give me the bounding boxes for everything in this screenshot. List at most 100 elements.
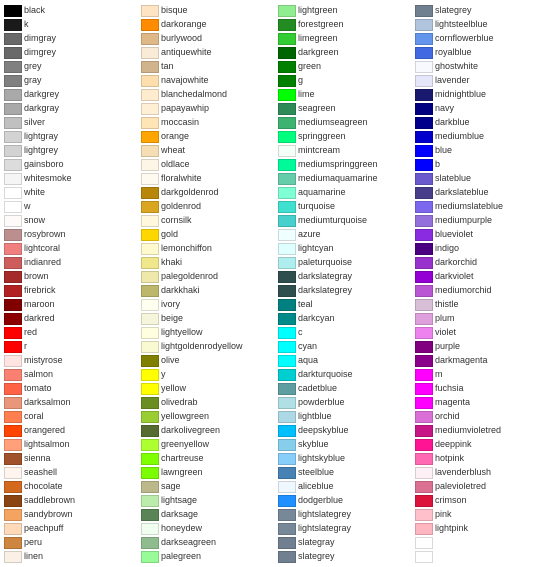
color-swatch xyxy=(278,117,296,129)
color-name-label: purple xyxy=(435,342,460,351)
color-row: lightskyblue xyxy=(278,452,413,465)
color-swatch xyxy=(278,61,296,73)
color-row: dodgerblue xyxy=(278,494,413,507)
color-swatch xyxy=(278,397,296,409)
color-name-label: navajowhite xyxy=(161,76,209,85)
color-name-label: lightsalmon xyxy=(24,440,70,449)
color-name-label: pink xyxy=(435,510,452,519)
color-swatch xyxy=(278,313,296,325)
color-name-label: peru xyxy=(24,538,42,547)
color-name-label: slateblue xyxy=(435,174,471,183)
color-name-label: mistyrose xyxy=(24,356,63,365)
color-swatch xyxy=(415,33,433,45)
color-swatch xyxy=(4,383,22,395)
color-column-4: slategreylightsteelbluecornflowerblueroy… xyxy=(415,4,550,563)
color-row: mediumblue xyxy=(415,130,550,143)
color-name-label: lightslategrey xyxy=(298,510,351,519)
color-swatch xyxy=(278,537,296,549)
color-name-label: yellowgreen xyxy=(161,412,209,421)
color-row: darkgreen xyxy=(278,46,413,59)
color-row: lightgray xyxy=(4,130,139,143)
color-row: darkorchid xyxy=(415,256,550,269)
color-name-label: linen xyxy=(24,552,43,561)
color-name-label: c xyxy=(298,328,303,337)
color-name-label: darkorange xyxy=(161,20,207,29)
color-swatch xyxy=(278,33,296,45)
color-name-label: snow xyxy=(24,216,45,225)
color-name-label: forestgreen xyxy=(298,20,344,29)
color-swatch xyxy=(415,341,433,353)
color-row: whitesmoke xyxy=(4,172,139,185)
color-swatch xyxy=(141,19,159,31)
color-name-label: darkorchid xyxy=(435,258,477,267)
color-column-3: lightgreenforestgreenlimegreendarkgreeng… xyxy=(278,4,413,563)
color-swatch xyxy=(141,201,159,213)
color-row: lightgrey xyxy=(4,144,139,157)
color-name-label: lightskyblue xyxy=(298,454,345,463)
color-name-label: gray xyxy=(24,76,42,85)
color-row: mediumturquoise xyxy=(278,214,413,227)
color-name-label: brown xyxy=(24,272,49,281)
color-row: blueviolet xyxy=(415,228,550,241)
color-swatch xyxy=(415,187,433,199)
color-row: firebrick xyxy=(4,284,139,297)
color-name-label: lime xyxy=(298,90,315,99)
color-row: teal xyxy=(278,298,413,311)
color-row: palevioletred xyxy=(415,480,550,493)
color-swatch xyxy=(4,117,22,129)
color-row: mediumspringgreen xyxy=(278,158,413,171)
color-swatch xyxy=(4,201,22,213)
color-name-label: crimson xyxy=(435,496,467,505)
color-swatch xyxy=(4,397,22,409)
color-name-label: darkred xyxy=(24,314,55,323)
color-swatch xyxy=(4,47,22,59)
color-name-label: darkgoldenrod xyxy=(161,188,219,197)
color-name-label: blueviolet xyxy=(435,230,473,239)
color-swatch xyxy=(415,117,433,129)
color-name-label: limegreen xyxy=(298,34,338,43)
color-name-label: olivedrab xyxy=(161,398,198,407)
color-row: midnightblue xyxy=(415,88,550,101)
color-name-label: cornsilk xyxy=(161,216,192,225)
color-swatch xyxy=(141,243,159,255)
color-row: turquoise xyxy=(278,200,413,213)
color-row: lightslategrey xyxy=(278,508,413,521)
color-swatch xyxy=(4,173,22,185)
color-row: saddlebrown xyxy=(4,494,139,507)
color-swatch xyxy=(4,299,22,311)
color-swatch xyxy=(141,187,159,199)
color-swatch xyxy=(4,467,22,479)
color-name-label: goldenrod xyxy=(161,202,201,211)
color-row: darkgrey xyxy=(4,88,139,101)
color-row: darkblue xyxy=(415,116,550,129)
color-name-label: green xyxy=(298,62,321,71)
color-name-label: lightslategray xyxy=(298,524,351,533)
color-row: antiquewhite xyxy=(141,46,276,59)
color-swatch xyxy=(141,495,159,507)
color-row: slategrey xyxy=(415,4,550,17)
color-row: lightpink xyxy=(415,522,550,535)
color-swatch xyxy=(4,5,22,17)
color-swatch xyxy=(141,523,159,535)
color-row: seashell xyxy=(4,466,139,479)
color-swatch xyxy=(141,537,159,549)
color-name-label: darkgrey xyxy=(24,90,59,99)
color-row: w xyxy=(4,200,139,213)
color-name-label: navy xyxy=(435,104,454,113)
color-swatch xyxy=(4,425,22,437)
color-name-label: seashell xyxy=(24,468,57,477)
color-swatch xyxy=(4,327,22,339)
color-name-label: lightgoldenrodyellow xyxy=(161,342,243,351)
color-swatch xyxy=(141,173,159,185)
color-row: lawngreen xyxy=(141,466,276,479)
color-swatch xyxy=(415,383,433,395)
color-swatch xyxy=(278,411,296,423)
color-row: darkolivegreen xyxy=(141,424,276,437)
color-swatch xyxy=(278,523,296,535)
color-swatch xyxy=(278,215,296,227)
color-swatch xyxy=(415,61,433,73)
color-name-label: silver xyxy=(24,118,45,127)
color-swatch xyxy=(4,33,22,45)
color-row: goldenrod xyxy=(141,200,276,213)
color-swatch xyxy=(415,327,433,339)
